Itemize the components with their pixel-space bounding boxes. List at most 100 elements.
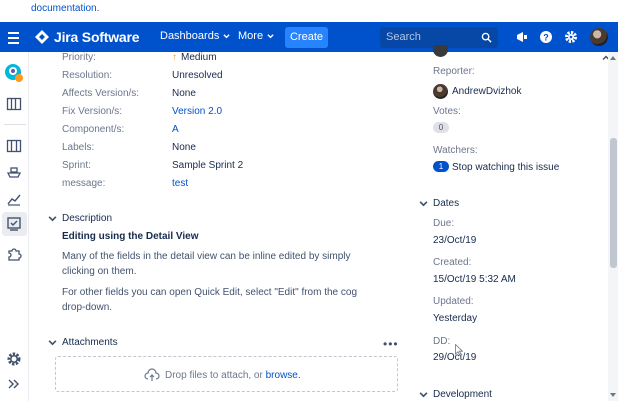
field-label: Affects Version/s: (62, 88, 140, 99)
ship-icon[interactable] (6, 164, 22, 180)
chevron-down-icon (223, 33, 230, 38)
issues-icon[interactable] (6, 216, 22, 232)
field-label: Sprint: (62, 160, 91, 171)
description-paragraph-1: Many of the fields in the detail view ca… (62, 251, 351, 277)
updated-label: Updated: (433, 296, 474, 307)
svg-text:?: ? (543, 33, 549, 43)
project-avatar-icon[interactable] (4, 63, 24, 83)
assignee-avatar (433, 45, 448, 57)
scroll-up-arrow-icon[interactable] (610, 56, 616, 60)
add-ons-puzzle-icon[interactable] (6, 246, 22, 262)
stop-watching-link[interactable]: Stop watching this issue (452, 162, 559, 173)
development-heading: Development (433, 389, 492, 400)
field-label: message: (62, 178, 106, 189)
field-value-text: test (172, 178, 189, 189)
upload-cloud-icon (144, 368, 160, 381)
chevron-down-icon (267, 33, 274, 38)
jira-logo[interactable]: Jira Software (34, 29, 140, 45)
due-value: 23/Oct/19 (433, 235, 477, 246)
kanban-board-icon[interactable] (6, 138, 22, 154)
search-placeholder: Search (386, 31, 421, 43)
field-label: Labels: (62, 142, 95, 153)
field-value-text: Version 2.0 (172, 106, 223, 117)
attachment-drop-zone[interactable]: Drop files to attach, or browse. (55, 356, 398, 392)
description-title: Editing using the Detail View (62, 231, 199, 242)
scroll-down-arrow-icon[interactable] (610, 393, 616, 397)
drop-files-text: Drop files to attach, or (165, 369, 263, 381)
search-icon (481, 32, 492, 43)
votes-count-badge[interactable]: 0 (433, 122, 449, 133)
chevron-down-icon (419, 201, 428, 207)
watchers-label: Watchers: (433, 145, 478, 156)
jira-logo-icon (34, 29, 50, 45)
more-label: More (238, 30, 264, 42)
gear-icon[interactable] (563, 29, 579, 45)
description-heading: Description (62, 213, 113, 224)
issue-side-panel: Reporter: AndrewDvizhok Votes: 0 Watcher… (416, 45, 618, 401)
priority-medium-arrow-icon: ↑ (172, 52, 177, 63)
attachments-section-header[interactable]: Attachments (48, 337, 118, 348)
browse-link[interactable]: browse. (266, 370, 301, 381)
scrollbar-thumb[interactable] (610, 138, 617, 268)
field-value: None (172, 88, 196, 99)
app-name: Jira Software (54, 29, 140, 45)
field-value[interactable]: Version 2.0 (172, 106, 222, 117)
due-label: Due: (433, 218, 455, 229)
description-paragraph-2: For other fields you can open Quick Edit… (62, 287, 358, 313)
dashboards-menu[interactable]: Dashboards (160, 30, 230, 42)
expand-sidebar-icon[interactable] (6, 376, 22, 392)
page-scrollbar[interactable] (608, 52, 618, 401)
field-value-text: None (172, 142, 196, 153)
issue-main-panel: Priority: ↑ Medium Resolution: Unresolved Aff… (29, 52, 416, 401)
field-label: Component/s: (62, 124, 125, 135)
field-value-text: None (172, 88, 196, 99)
dates-section-header[interactable]: Dates (419, 198, 459, 209)
development-section-header[interactable]: Development (419, 389, 492, 400)
field-label: Fix Version/s: (62, 106, 123, 117)
more-menu[interactable]: More (238, 30, 274, 42)
field-value-text: Medium (181, 52, 217, 63)
reporter-label: Reporter: (433, 66, 475, 77)
created-label: Created: (433, 257, 472, 268)
field-value: Sample Sprint 2 (172, 160, 243, 171)
documentation-link[interactable]: documentation. (31, 3, 99, 14)
dates-heading: Dates (433, 198, 460, 209)
reporter-name[interactable]: AndrewDvizhok (452, 86, 521, 97)
reporter-avatar (433, 84, 448, 99)
top-navigation: Jira Software Dashboards More Create Sea… (0, 22, 618, 52)
left-sidebar (0, 52, 29, 401)
settings-gear-icon[interactable] (6, 351, 22, 367)
field-value-text: Sample Sprint 2 (172, 160, 244, 171)
description-section-header[interactable]: Description (48, 213, 112, 224)
field-value[interactable]: test (172, 178, 188, 189)
field-label: Priority: (62, 52, 96, 63)
field-value[interactable]: A (172, 124, 179, 135)
field-value-text: Unresolved (172, 70, 223, 81)
attachments-heading: Attachments (62, 337, 118, 348)
menu-icon[interactable] (8, 29, 22, 45)
help-icon[interactable]: ? (538, 29, 554, 45)
reports-icon[interactable] (6, 191, 22, 207)
board-icon[interactable] (6, 96, 22, 112)
field-value-text: A (172, 124, 179, 135)
field-label: Resolution: (62, 70, 113, 81)
attachments-more-icon[interactable]: ••• (383, 337, 399, 351)
megaphone-icon[interactable] (514, 29, 530, 45)
updated-value: Yesterday (433, 313, 478, 324)
user-avatar[interactable] (590, 28, 608, 46)
create-button[interactable]: Create (285, 27, 328, 48)
created-value: 15/Oct/19 5:32 AM (433, 274, 516, 285)
dd-label: DD: (433, 336, 451, 347)
dashboards-label: Dashboards (160, 30, 220, 42)
mouse-cursor-icon (455, 344, 463, 356)
watchers-count-badge[interactable]: 1 (433, 161, 449, 172)
top-link-strip: documentation. (0, 0, 618, 22)
chevron-down-icon (48, 216, 57, 222)
chevron-down-icon (48, 340, 57, 346)
field-value: Unresolved (172, 70, 223, 81)
field-value: None (172, 142, 196, 153)
field-value: ↑ Medium (172, 52, 217, 63)
chevron-down-icon (419, 392, 428, 398)
votes-label: Votes: (433, 106, 461, 117)
sidebar-divider (4, 124, 26, 125)
